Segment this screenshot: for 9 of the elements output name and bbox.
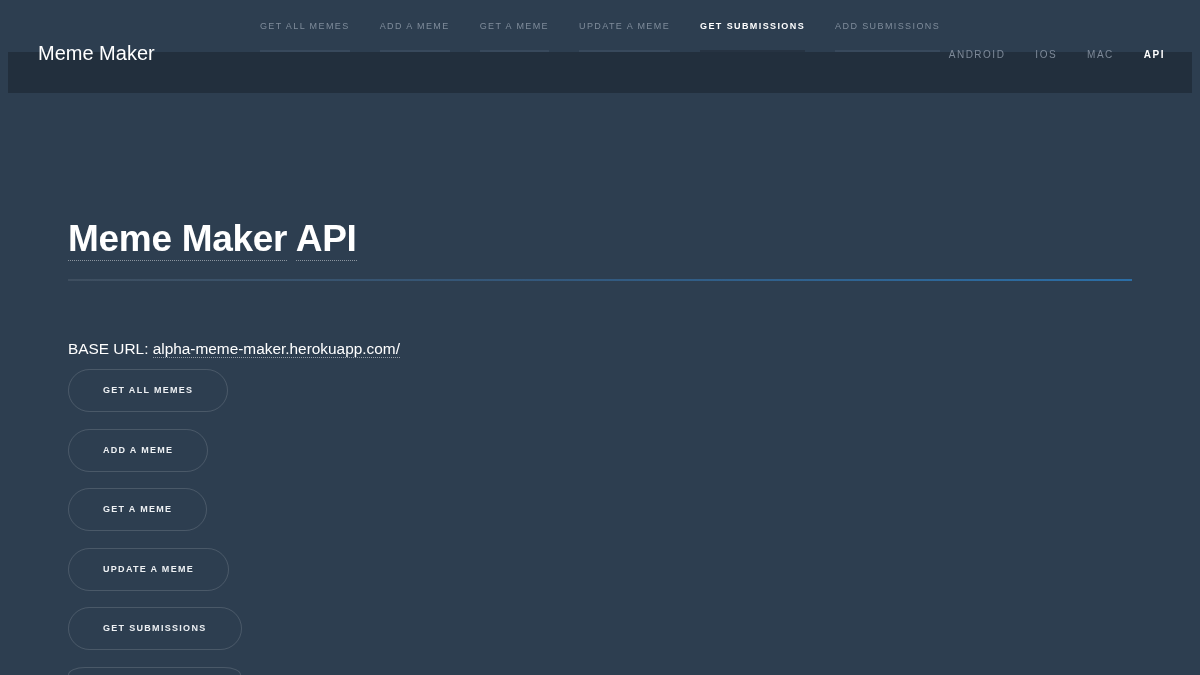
header-nav-link[interactable]: ANDROID (948, 49, 1006, 60)
title-link[interactable]: Meme Maker (68, 217, 288, 261)
site-title[interactable]: Meme Maker (38, 43, 155, 64)
header-nav-link[interactable]: API (1143, 49, 1165, 60)
title-link[interactable]: API (295, 217, 357, 261)
base-url-text: BASE URL: alpha-meme-maker.herokuapp.com/ (68, 339, 401, 359)
base-url-link[interactable]: alpha-meme-maker.herokuapp.com/ (152, 340, 400, 358)
header-nav-link[interactable]: MAC (1087, 49, 1114, 60)
header-nav-link[interactable]: IOS (1035, 49, 1058, 60)
